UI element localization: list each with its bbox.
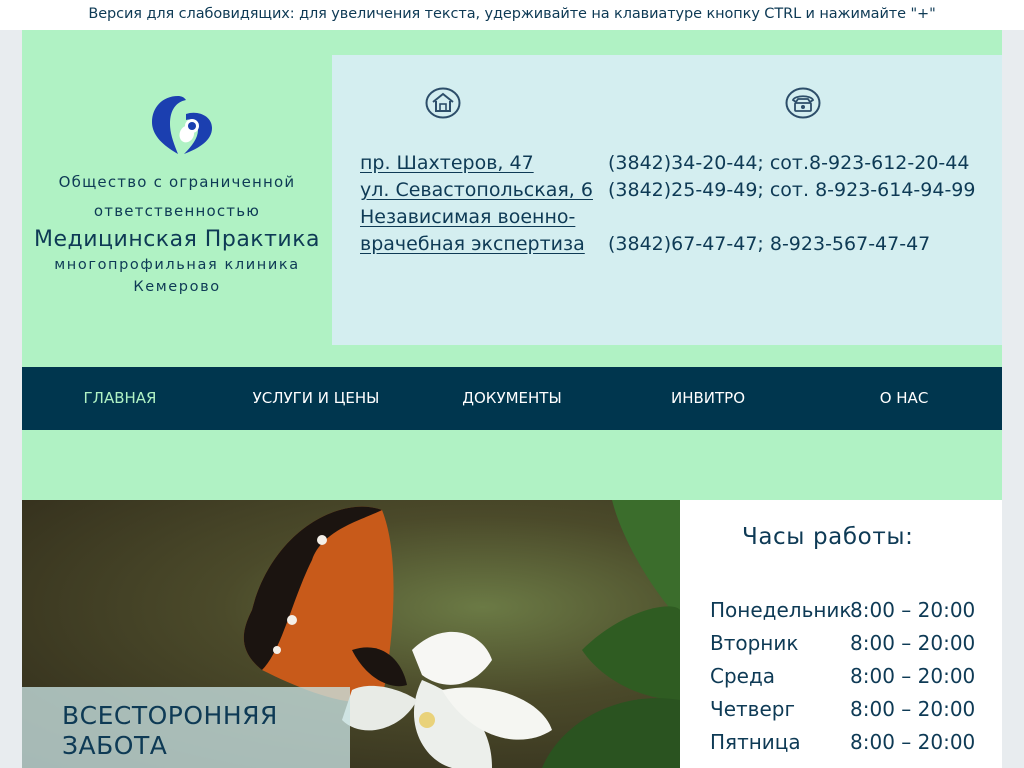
address-link-sevastopolskaya[interactable]: ул. Севастопольская, 6 <box>360 177 600 204</box>
phone-line-1: (3842)34-20-44; сот.8-923-612-20-44 <box>608 152 970 174</box>
hero-caption: ВСЕСТОРОННЯЯ ЗАБОТА <box>22 687 350 768</box>
main-navigation: ГЛАВНАЯ УСЛУГИ И ЦЕНЫ ДОКУМЕНТЫ ИНВИТРО … <box>22 367 1002 430</box>
opening-hours-panel: Часы работы: Понедельник 8:00 – 20:00 Вт… <box>680 500 1002 768</box>
nav-item-home[interactable]: ГЛАВНАЯ <box>22 367 218 430</box>
expertise-link-line2[interactable]: врачебная экспертиза <box>360 231 600 258</box>
hero-banner: ВСЕСТОРОННЯЯ ЗАБОТА <box>22 500 680 768</box>
expertise-link-line1[interactable]: Независимая военно- <box>360 204 600 231</box>
hours-time: 8:00 – 20:00 <box>850 598 976 622</box>
house-icon <box>425 87 461 119</box>
hours-time: 8:00 – 20:00 <box>850 730 976 754</box>
hours-day: Пятница <box>710 730 801 754</box>
company-legal-form: Общество с ограниченной ответственностью <box>58 173 296 220</box>
hours-day: Вторник <box>710 631 799 655</box>
company-city: Кемерово <box>133 279 221 295</box>
telephone-icon <box>785 87 821 119</box>
company-block: Общество с ограниченной ответственностью… <box>22 168 332 298</box>
nav-item-about[interactable]: О НАС <box>806 367 1002 430</box>
site-header: Общество с ограниченной ответственностью… <box>22 30 1002 500</box>
nav-item-services[interactable]: УСЛУГИ И ЦЕНЫ <box>218 367 414 430</box>
nav-item-invitro[interactable]: ИНВИТРО <box>610 367 806 430</box>
phone-line-2: (3842)25-49-49; сот. 8-923-614-94-99 <box>608 179 976 201</box>
address-link-shakhterov[interactable]: пр. Шахтеров, 47 <box>360 150 600 177</box>
accessibility-bar: Версия для слабовидящих: для увеличения … <box>0 0 1024 30</box>
nav-item-documents[interactable]: ДОКУМЕНТЫ <box>414 367 610 430</box>
address-list: пр. Шахтеров, 47 ул. Севастопольская, 6 … <box>360 150 600 258</box>
company-subtitle: многопрофильная клиника <box>54 257 300 273</box>
hours-day: Понедельник <box>710 598 852 622</box>
contact-panel: пр. Шахтеров, 47 ул. Севастопольская, 6 … <box>332 55 1002 345</box>
hours-time: 8:00 – 20:00 <box>850 697 976 721</box>
hero-title-line1: ВСЕСТОРОННЯЯ <box>62 701 278 730</box>
company-name: Медицинская Практика <box>34 227 320 252</box>
hours-time: 8:00 – 20:00 <box>850 664 976 688</box>
phone-line-3: (3842)67-47-47; 8-923-567-47-47 <box>608 233 931 255</box>
hours-day: Четверг <box>710 697 795 721</box>
phone-spacer <box>608 204 998 231</box>
hero-title-line2: ЗАБОТА <box>62 731 168 760</box>
logo-heart-icon[interactable] <box>148 94 216 158</box>
phone-list: (3842)34-20-44; сот.8-923-612-20-44 (384… <box>608 150 998 258</box>
hours-time: 8:00 – 20:00 <box>850 631 976 655</box>
opening-hours-title: Часы работы: <box>742 524 914 550</box>
hours-day: Среда <box>710 664 776 688</box>
